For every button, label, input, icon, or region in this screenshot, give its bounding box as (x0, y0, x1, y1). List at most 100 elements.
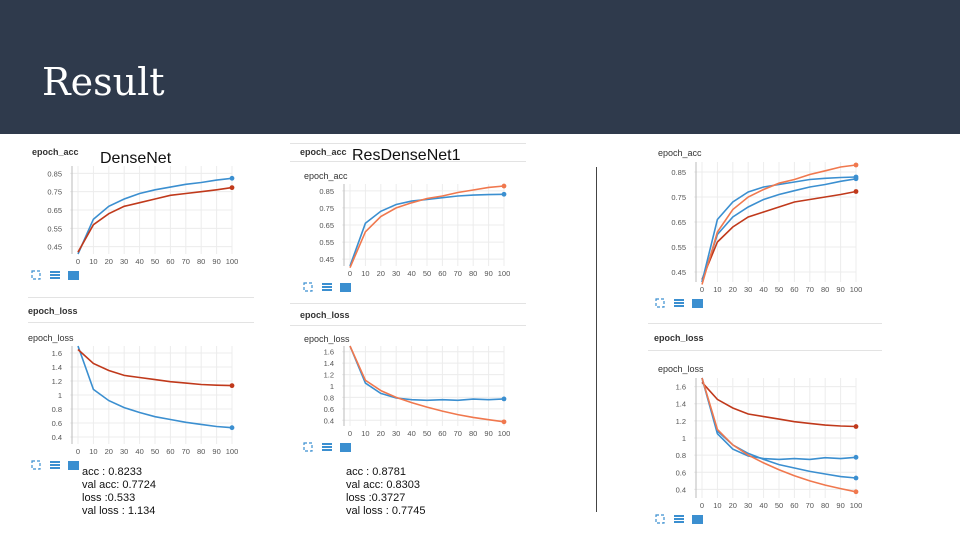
list-icon-bar (322, 446, 332, 448)
list-icon-bar (322, 449, 332, 451)
x-tick-label: 60 (790, 501, 798, 510)
vertical-divider (596, 167, 597, 512)
stat-acc: acc : 0.8781 (346, 466, 406, 478)
y-tick-label: 0.65 (319, 221, 334, 230)
x-tick-label: 0 (76, 257, 80, 266)
x-tick-label: 30 (744, 285, 752, 294)
chart-toolbar (303, 442, 351, 452)
series-end-point (501, 419, 507, 425)
combined-loss-chart: 0 10 20 30 40 50 60 70 80 90 100 0.4 0.6 0.8 1 1.2 1.4 1.… (655, 377, 862, 524)
stat-val-loss: val loss : 0.7745 (346, 505, 426, 517)
x-tick-label: 30 (120, 257, 128, 266)
x-tick-label: 90 (484, 269, 492, 278)
y-tick-label: 0.65 (671, 218, 686, 227)
x-tick-label: 100 (850, 285, 863, 294)
y-tick-label: 0.75 (319, 204, 334, 213)
x-tick-label: 10 (713, 501, 721, 510)
resdensenet-acc-chart: 0 10 20 30 40 50 60 70 80 90 100 0.45 0.55 0.65 0.75 0.… (303, 183, 511, 292)
expand-icon (31, 270, 41, 280)
y-tick-label: 0.85 (671, 168, 686, 177)
x-tick-label: 70 (806, 501, 814, 510)
y-tick-label: 0.8 (324, 393, 334, 402)
series-end-point (853, 174, 859, 180)
x-tick-label: 50 (423, 429, 431, 438)
loss-header-combined: epoch_loss (654, 333, 704, 343)
x-tick-label: 100 (226, 257, 239, 266)
y-tick-label: 1.6 (52, 349, 62, 358)
y-tick-label: 0.55 (319, 238, 334, 247)
x-tick-label: 70 (454, 429, 462, 438)
series-end-point (501, 191, 507, 197)
list-icon (50, 461, 60, 469)
stat-val-acc: val acc: 0.7724 (82, 479, 156, 491)
divider-line (290, 303, 526, 304)
x-tick-label: 90 (212, 257, 220, 266)
resdensenet-stats: acc : 0.8781 val acc: 0.8303 loss :0.372… (346, 466, 426, 518)
series-end-point (853, 489, 859, 495)
x-tick-label: 60 (166, 257, 174, 266)
y-tick-label: 0.4 (324, 416, 334, 425)
x-tick-label: 80 (197, 257, 205, 266)
x-tick-label: 80 (821, 285, 829, 294)
y-tick-label: 1.4 (52, 363, 62, 372)
x-tick-label: 60 (438, 269, 446, 278)
fit-icon (68, 461, 79, 470)
series-end-point (229, 425, 235, 431)
acc-header-resdensenet: epoch_acc (300, 147, 347, 157)
x-tick-label: 50 (775, 501, 783, 510)
x-tick-label: 50 (423, 269, 431, 278)
series-end-point (229, 175, 235, 181)
y-tick-label: 1.6 (676, 383, 686, 392)
x-tick-label: 40 (759, 285, 767, 294)
expand-icon (655, 298, 665, 308)
list-icon (674, 515, 684, 523)
loss-header-resdensenet: epoch_loss (300, 310, 350, 320)
expand-icon (655, 514, 665, 524)
stat-acc: acc : 0.8233 (82, 466, 142, 478)
acc-caption-combined: epoch_acc (658, 148, 702, 158)
x-tick-label: 50 (151, 257, 159, 266)
x-tick-label: 70 (806, 285, 814, 294)
y-tick-label: 0.75 (47, 188, 62, 197)
chart-toolbar (31, 460, 79, 470)
list-icon-bar (50, 277, 60, 279)
y-tick-label: 0.45 (47, 243, 62, 252)
x-tick-label: 10 (89, 447, 97, 456)
densenet-stats: acc : 0.8233 val acc: 0.7724 loss :0.533… (82, 466, 156, 518)
x-tick-label: 0 (76, 447, 80, 456)
list-icon-bar (674, 305, 684, 307)
list-icon-bar (674, 299, 684, 301)
list-icon (322, 283, 332, 291)
x-tick-label: 0 (348, 269, 352, 278)
x-tick-label: 100 (498, 269, 511, 278)
y-tick-label: 0.45 (319, 255, 334, 264)
y-tick-label: 1.4 (676, 400, 686, 409)
x-tick-label: 90 (212, 447, 220, 456)
divider-line (28, 297, 254, 298)
series-end-point (853, 454, 859, 460)
x-tick-label: 70 (182, 257, 190, 266)
densenet-loss-chart: 0 10 20 30 40 50 60 70 80 90 100 0.4 0.6 0.8 1 1.2 1.4 1.… (31, 345, 239, 470)
x-tick-label: 20 (729, 501, 737, 510)
y-tick-label: 0.6 (52, 419, 62, 428)
chart-toolbar (655, 298, 703, 308)
y-tick-label: 1 (58, 391, 62, 400)
expand-icon (303, 282, 313, 292)
fit-icon (340, 283, 351, 292)
divider-line (648, 323, 882, 324)
y-tick-label: 0.85 (319, 187, 334, 196)
slide-title: Result (42, 60, 165, 104)
loss-header-densenet: epoch_loss (28, 306, 78, 316)
y-tick-label: 1.2 (52, 377, 62, 386)
x-tick-label: 60 (438, 429, 446, 438)
y-tick-label: 0.6 (676, 468, 686, 477)
x-tick-label: 80 (469, 269, 477, 278)
x-tick-label: 100 (226, 447, 239, 456)
x-tick-label: 90 (484, 429, 492, 438)
densenet-acc-chart: 0 10 20 30 40 50 60 70 80 90 100 0.45 0.55 0.65 0.75 0.… (31, 166, 239, 280)
stat-val-acc: val acc: 0.8303 (346, 479, 420, 491)
list-icon-bar (674, 521, 684, 523)
divider-line (290, 143, 526, 144)
list-icon-bar (50, 274, 60, 276)
list-icon-bar (50, 467, 60, 469)
